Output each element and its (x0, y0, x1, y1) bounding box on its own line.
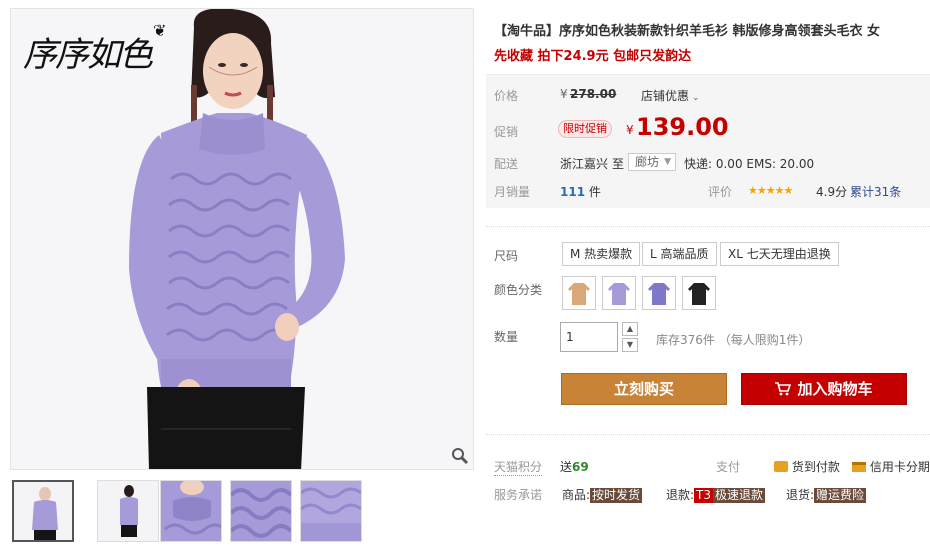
cart-icon (775, 382, 792, 396)
points-value: 69 (572, 460, 589, 474)
thumbnail-image (98, 481, 158, 541)
ship-to-word: 至 (612, 157, 625, 171)
product-subtitle: 先收藏 拍下24.9元 包邮只发韵达 (494, 49, 692, 64)
service-promise-label: 服务承诺 (494, 488, 543, 502)
points-text: 送69 (560, 458, 589, 475)
promo-label: 促销 (494, 125, 519, 139)
cod-option: 货到付款 (774, 458, 840, 475)
monthly-sales-count: 111 (560, 185, 586, 199)
thumbnail-2[interactable] (97, 480, 159, 542)
promo-currency-symbol: ¥ (626, 123, 634, 137)
size-label: 尺码 (494, 249, 519, 263)
promo-price: 139.00 (636, 113, 729, 141)
original-price: 278.00 (570, 87, 617, 101)
t3-badge: T3 (694, 488, 714, 503)
brand-logo-text: 序序如色 (23, 35, 153, 75)
sweater-swatch-icon (568, 283, 590, 305)
buy-now-button[interactable]: 立刻购买 (561, 373, 727, 405)
thumbnail-1[interactable] (12, 480, 74, 542)
color-label: 颜色分类 (494, 283, 543, 297)
divider (486, 226, 930, 227)
sweater-swatch-icon (608, 283, 630, 305)
model-photo (129, 9, 345, 469)
credit-installment-label: 信用卡分期 (869, 460, 930, 474)
stock-text: 库存376件 （每人限购1件） (656, 331, 810, 348)
credit-installment-option: 信用卡分期 (852, 458, 930, 475)
color-option-violet[interactable] (642, 276, 676, 310)
ship-to-value: 廊坊 (635, 155, 660, 169)
sweater-swatch-icon (688, 283, 710, 305)
brand-logo-flower-icon: ❦ (153, 21, 167, 40)
quantity-increase-button[interactable]: ▲ (622, 322, 638, 336)
return-prefix: 退货: (786, 488, 815, 502)
sweater-swatch-icon (648, 283, 670, 305)
thumbnail-image (231, 481, 291, 541)
rating-stars-icon: ★★★★★ (748, 184, 793, 197)
thumbnail-image (14, 482, 72, 540)
thumbnail-image (301, 481, 361, 541)
quantity-label: 数量 (494, 330, 519, 344)
goods-promise: 商品: 按时发货 (562, 486, 643, 503)
goods-prefix: 商品: (562, 488, 591, 502)
chevron-down-icon: ▼ (664, 157, 672, 167)
shipping-label: 配送 (494, 157, 519, 171)
currency-symbol: ¥ (560, 87, 568, 101)
thumbnail-4[interactable] (230, 480, 292, 542)
cod-icon (774, 461, 788, 472)
zoom-icon[interactable] (451, 447, 469, 465)
chevron-down-icon: ⌄ (689, 93, 700, 103)
purchase-limit: （每人限购1件） (718, 333, 811, 347)
add-to-cart-label: 加入购物车 (797, 380, 873, 398)
thumbnail-3[interactable] (160, 480, 222, 542)
color-option-black[interactable] (682, 276, 716, 310)
shipping-fees: 快递: 0.00 EMS: 20.00 (684, 157, 815, 171)
on-time-shipping-tag[interactable]: 按时发货 (590, 488, 643, 503)
review-label: 评价 (708, 185, 733, 199)
cod-label: 货到付款 (791, 460, 840, 474)
monthly-sales-unit: 件 (588, 185, 601, 199)
size-option-l[interactable]: L 高端品质 (642, 242, 717, 266)
credit-card-icon (852, 462, 866, 472)
price-panel: 价格 ¥ 278.00 店铺优惠 ⌄ 促销 限时促销 ¥ 139.00 配送 浙… (486, 74, 930, 208)
rating-score: 4.9分 (816, 185, 848, 199)
fast-refund-tag[interactable]: 极速退款 (713, 488, 766, 503)
store-discount-dropdown[interactable]: 店铺优惠 ⌄ (641, 87, 699, 104)
divider (486, 434, 930, 435)
stock-count: 库存376件 (656, 333, 715, 347)
price-label: 价格 (494, 89, 519, 103)
promo-badge: 限时促销 (558, 120, 612, 138)
points-prefix: 送 (560, 460, 573, 474)
ship-to-select[interactable]: 廊坊 ▼ (628, 153, 677, 171)
color-option-lavender[interactable] (602, 276, 636, 310)
review-count-link[interactable]: 累计31条 (850, 183, 901, 200)
store-discount-label: 店铺优惠 (641, 89, 690, 103)
refund-prefix: 退款: (666, 488, 695, 502)
monthly-sales-label: 月销量 (494, 185, 531, 199)
color-option-camel[interactable] (562, 276, 596, 310)
ship-from: 浙江嘉兴 (560, 157, 609, 171)
product-title: 【淘牛品】序序如色秋装新款针织羊毛衫 韩版修身高领套头毛衣 女 (494, 24, 881, 39)
return-promise: 退货: 赠运费险 (786, 486, 867, 503)
quantity-decrease-button[interactable]: ▼ (622, 338, 638, 352)
thumbnail-image (161, 481, 221, 541)
payment-label: 支付 (716, 460, 741, 474)
add-to-cart-button[interactable]: 加入购物车 (741, 373, 907, 405)
quantity-input[interactable] (560, 322, 618, 352)
points-label[interactable]: 天猫积分 (494, 458, 543, 476)
main-product-image[interactable]: 序序如色 ❦ (10, 8, 474, 470)
thumbnail-5[interactable] (300, 480, 362, 542)
size-option-xl[interactable]: XL 七天无理由退换 (720, 242, 839, 266)
shipping-insurance-tag[interactable]: 赠运费险 (814, 488, 867, 503)
refund-promise: 退款: T3 极速退款 (666, 486, 766, 503)
size-option-m[interactable]: M 热卖爆款 (562, 242, 641, 266)
thumbnail-strip (12, 480, 472, 544)
